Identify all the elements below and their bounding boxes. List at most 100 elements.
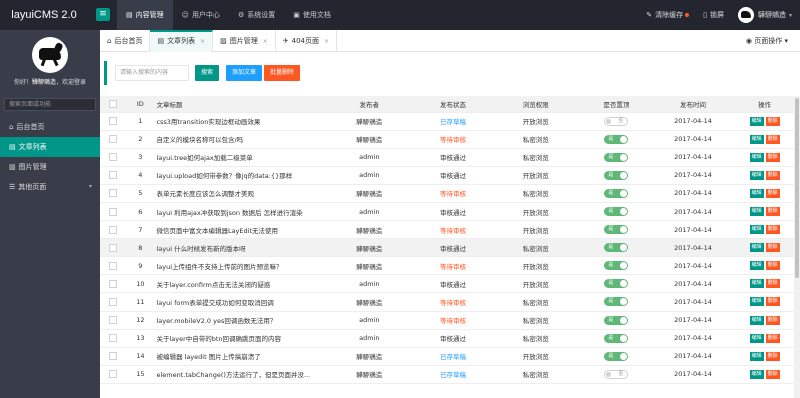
pinned-toggle[interactable]: 是 <box>604 152 629 162</box>
pinned-toggle[interactable]: 是 <box>604 188 629 198</box>
delete-button[interactable]: 删除 <box>765 315 780 325</box>
app-logo[interactable]: layuiCMS 2.0 <box>0 0 88 30</box>
row-checkbox[interactable] <box>109 316 118 325</box>
top-nav-user-center[interactable]: ☺ 用户中心 <box>173 0 229 30</box>
delete-button[interactable]: 删除 <box>765 261 780 271</box>
edit-button[interactable]: 编辑 <box>749 243 764 253</box>
sidebar-search-input[interactable]: 搜索页面或功能 <box>4 98 96 111</box>
edit-button[interactable]: 编辑 <box>749 134 764 144</box>
sidebar-item-other[interactable]: ☰ 其他页面 ▾ <box>0 177 100 197</box>
delete-button[interactable]: 删除 <box>765 225 780 235</box>
edit-button[interactable]: 编辑 <box>749 333 764 343</box>
select-all-checkbox[interactable] <box>109 99 118 108</box>
row-select-cell[interactable] <box>100 274 127 294</box>
edit-button[interactable]: 编辑 <box>749 261 764 271</box>
tab-home[interactable]: ⌂ 后台首页 <box>100 30 151 52</box>
tab-images[interactable]: ▨ 图片管理 × <box>213 30 276 52</box>
row-select-cell[interactable] <box>100 311 127 330</box>
delete-button[interactable]: 删除 <box>765 333 780 343</box>
edit-button[interactable]: 编辑 <box>749 297 764 307</box>
table-scrollbar[interactable] <box>794 96 800 398</box>
row-select-cell[interactable] <box>100 256 127 276</box>
close-icon[interactable]: × <box>200 38 205 45</box>
row-select-cell[interactable] <box>100 238 127 258</box>
pinned-toggle[interactable]: 否 <box>604 369 629 379</box>
edit-button[interactable]: 编辑 <box>749 207 764 217</box>
row-checkbox[interactable] <box>109 243 118 252</box>
row-select-cell[interactable] <box>100 202 127 222</box>
tab-articles[interactable]: ▤ 文章列表 × <box>150 30 214 52</box>
user-avatar[interactable] <box>32 37 68 73</box>
top-nav-system-settings[interactable]: ⚙ 系统设置 <box>229 0 284 30</box>
delete-button[interactable]: 删除 <box>765 297 780 307</box>
pinned-toggle[interactable]: 是 <box>604 333 629 343</box>
close-icon[interactable]: × <box>263 38 268 45</box>
pinned-toggle[interactable]: 是 <box>604 315 629 325</box>
row-checkbox[interactable] <box>109 207 118 216</box>
delete-button[interactable]: 删除 <box>765 152 780 162</box>
close-icon[interactable]: × <box>324 38 329 45</box>
row-checkbox[interactable] <box>109 171 118 180</box>
row-checkbox[interactable] <box>109 117 118 126</box>
delete-button[interactable]: 删除 <box>765 188 780 198</box>
pinned-toggle[interactable]: 是 <box>604 225 629 235</box>
select-all-cell[interactable] <box>100 96 127 113</box>
row-checkbox[interactable] <box>109 189 118 198</box>
sidebar-item-articles[interactable]: ▤ 文章列表 <box>0 137 100 157</box>
delete-button[interactable]: 删除 <box>765 243 780 253</box>
row-checkbox[interactable] <box>109 352 118 361</box>
add-article-button[interactable]: 添加文章 <box>226 65 263 81</box>
row-select-cell[interactable] <box>100 166 127 185</box>
row-select-cell[interactable] <box>100 365 127 384</box>
pinned-toggle[interactable]: 是 <box>604 170 629 180</box>
delete-button[interactable]: 删除 <box>765 134 780 144</box>
menu-toggle-button[interactable]: ≡ <box>96 8 110 21</box>
pinned-toggle[interactable]: 是 <box>604 279 629 289</box>
sidebar-item-images[interactable]: ▨ 图片管理 <box>0 157 100 177</box>
delete-button[interactable]: 删除 <box>765 170 780 180</box>
edit-button[interactable]: 编辑 <box>749 279 764 289</box>
top-nav-content-management[interactable]: ▤ 内容管理 <box>117 0 173 30</box>
row-checkbox[interactable] <box>109 279 118 288</box>
row-checkbox[interactable] <box>109 225 118 234</box>
scrollbar-thumb[interactable] <box>795 98 799 278</box>
pinned-toggle[interactable]: 否 <box>604 116 629 126</box>
edit-button[interactable]: 编辑 <box>749 225 764 235</box>
lock-screen-button[interactable]: ▯ 锁屏 <box>703 10 724 20</box>
row-select-cell[interactable] <box>100 220 127 240</box>
pinned-toggle[interactable]: 是 <box>604 134 629 144</box>
edit-button[interactable]: 编辑 <box>749 315 764 325</box>
row-select-cell[interactable] <box>100 148 127 167</box>
edit-button[interactable]: 编辑 <box>749 170 764 180</box>
pinned-toggle[interactable]: 是 <box>604 207 629 217</box>
edit-button[interactable]: 编辑 <box>749 152 764 162</box>
edit-button[interactable]: 编辑 <box>749 188 764 198</box>
row-select-cell[interactable] <box>100 130 127 149</box>
delete-button[interactable]: 删除 <box>765 207 780 217</box>
pinned-toggle[interactable]: 是 <box>604 351 629 361</box>
search-button[interactable]: 搜索 <box>195 65 220 81</box>
delete-button[interactable]: 删除 <box>765 116 780 126</box>
row-checkbox[interactable] <box>109 370 118 379</box>
user-menu[interactable]: 驊駵鵷造 ▾ <box>737 7 792 23</box>
batch-delete-button[interactable]: 批量删除 <box>264 65 301 81</box>
edit-button[interactable]: 编辑 <box>749 369 764 379</box>
row-checkbox[interactable] <box>109 334 118 343</box>
delete-button[interactable]: 删除 <box>765 279 780 289</box>
edit-button[interactable]: 编辑 <box>749 351 764 361</box>
delete-button[interactable]: 删除 <box>765 369 780 379</box>
delete-button[interactable]: 删除 <box>765 351 780 361</box>
row-checkbox[interactable] <box>109 135 118 144</box>
row-select-cell[interactable] <box>100 292 127 312</box>
top-nav-docs[interactable]: ▣ 使用文档 <box>284 0 340 30</box>
clear-cache-button[interactable]: ✎ 清除缓存 <box>646 10 690 20</box>
search-input[interactable]: 请输入搜索的内容 <box>115 65 189 81</box>
row-checkbox[interactable] <box>109 261 118 270</box>
pinned-toggle[interactable]: 是 <box>604 297 629 307</box>
row-checkbox[interactable] <box>109 153 118 162</box>
row-select-cell[interactable] <box>100 112 127 131</box>
tab-404[interactable]: ✈ 404页面 × <box>276 30 338 52</box>
pinned-toggle[interactable]: 是 <box>604 261 629 271</box>
edit-button[interactable]: 编辑 <box>749 116 764 126</box>
page-operations-dropdown[interactable]: ◉ 页面操作 ▾ <box>746 30 788 52</box>
